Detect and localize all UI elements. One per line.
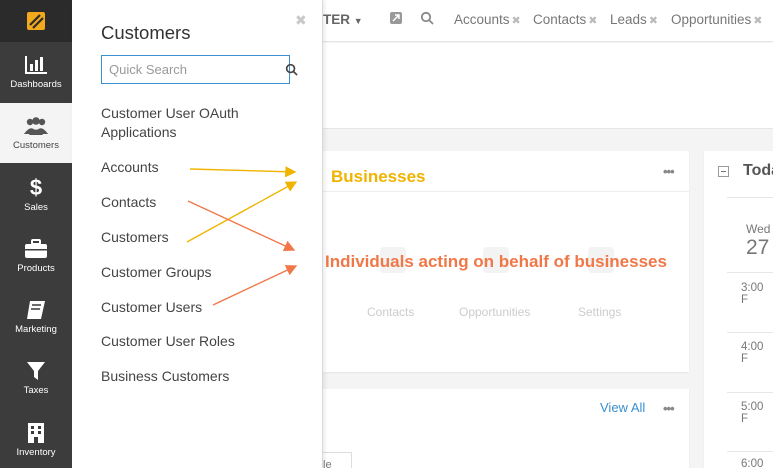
- app-logo[interactable]: [0, 0, 72, 42]
- menu-item-customers[interactable]: Customers: [101, 228, 169, 247]
- caret-down-icon: ▼: [353, 16, 363, 26]
- sidebar-item-label: Products: [17, 263, 55, 274]
- pinned-tab-accounts[interactable]: Accounts ✖: [454, 12, 521, 27]
- pinned-tab-label: Accounts: [454, 12, 510, 27]
- time-slot: 5:00 F: [741, 401, 764, 425]
- pinned-tab-label: Opportunities: [671, 12, 752, 27]
- launch-link-settings[interactable]: Settings: [578, 305, 621, 319]
- divider: [727, 332, 773, 333]
- close-icon[interactable]: ✖: [753, 15, 762, 27]
- sidebar-item-label: Marketing: [15, 324, 57, 335]
- pinned-tab-label: Leads: [610, 12, 647, 27]
- sidebar-item-sales[interactable]: $ Sales: [0, 165, 72, 225]
- divider: [727, 197, 773, 198]
- sidebar-item-taxes[interactable]: Taxes: [0, 348, 72, 408]
- divider: [727, 272, 773, 273]
- time-slot: 3:00 F: [741, 282, 764, 306]
- pinned-tab-leads[interactable]: Leads ✖: [610, 12, 658, 27]
- top-menu-label: TER: [323, 12, 350, 27]
- search-icon[interactable]: [285, 63, 298, 76]
- briefcase-icon: [24, 238, 48, 260]
- sidebar-item-label: Inventory: [16, 447, 56, 458]
- quick-search-box: [101, 55, 298, 84]
- sidebar-item-label: Dashboards: [10, 79, 62, 90]
- menu-item-customer-user-roles[interactable]: Customer User Roles: [101, 332, 235, 351]
- pin-icon[interactable]: [389, 11, 403, 28]
- widget-tab[interactable]: le: [319, 452, 352, 468]
- menu-item-customer-user-oauth-applications[interactable]: Customer User OAuth Applications: [101, 104, 239, 142]
- menu-item-business-customers[interactable]: Business Customers: [101, 367, 229, 386]
- top-menu-dropdown[interactable]: TER ▼: [323, 12, 363, 27]
- sidebar-item-label: Customers: [13, 140, 59, 151]
- time-slot: 6:00 F: [741, 458, 764, 468]
- close-icon[interactable]: ✖: [512, 15, 521, 27]
- calendar-date: 27: [746, 236, 770, 259]
- book-icon: [25, 299, 47, 321]
- sidebar-item-dashboards[interactable]: Dashboards: [0, 42, 72, 102]
- widget-menu-icon[interactable]: •••: [663, 164, 675, 179]
- sidebar-item-products[interactable]: Products: [0, 226, 72, 286]
- sidebar-item-label: Taxes: [23, 385, 49, 396]
- building-icon: [27, 422, 45, 444]
- users-icon: [23, 115, 49, 137]
- time-slot: 4:00 F: [741, 341, 764, 365]
- logo-icon: [27, 12, 45, 30]
- widget-tab-label: le: [323, 459, 332, 468]
- menu-item-contacts[interactable]: Contacts: [101, 193, 156, 212]
- close-icon[interactable]: ✖: [588, 15, 597, 27]
- menu-item-accounts[interactable]: Accounts: [101, 158, 159, 177]
- pinned-tab-contacts[interactable]: Contacts ✖: [533, 12, 598, 27]
- close-icon[interactable]: ✖: [295, 12, 307, 29]
- collapse-icon[interactable]: [718, 166, 729, 177]
- menu-item-customer-users[interactable]: Customer Users: [101, 298, 202, 317]
- top-navigation-bar: TER ▼ Accounts ✖ Contacts ✖ Leads ✖ Opportu…: [323, 0, 773, 42]
- launch-link-opportunities[interactable]: Opportunities: [459, 305, 530, 319]
- annotation-individuals: Individuals acting on behalf of business…: [325, 252, 667, 271]
- calendar-day: Wed: [746, 222, 771, 236]
- annotation-businesses: Businesses: [331, 167, 426, 186]
- search-icon[interactable]: [420, 11, 434, 28]
- dollar-icon: $: [29, 175, 43, 200]
- pinned-tab-opportunities[interactable]: Opportunities ✖: [671, 12, 763, 27]
- close-icon[interactable]: ✖: [649, 15, 658, 27]
- sidebar-item-label: Sales: [24, 202, 48, 213]
- sidebar-item-customers[interactable]: Customers: [0, 103, 72, 163]
- menu-item-customer-groups[interactable]: Customer Groups: [101, 263, 211, 282]
- sidebar-item-inventory[interactable]: Inventory: [0, 410, 72, 468]
- sidebar-item-marketing[interactable]: Marketing: [0, 287, 72, 347]
- calendar-title: Toda: [743, 162, 773, 179]
- view-all-link[interactable]: View All: [600, 400, 645, 415]
- page-header: [323, 43, 773, 129]
- widget-menu-icon[interactable]: •••: [663, 401, 675, 416]
- main-sidebar: Dashboards Customers $ Sales Products Ma…: [0, 0, 72, 468]
- flyout-title: Customers: [101, 22, 191, 43]
- pinned-tab-label: Contacts: [533, 12, 587, 27]
- filter-icon: [26, 360, 46, 382]
- divider: [727, 392, 773, 393]
- customers-flyout-menu: Customers ✖ Customer User OAuth Applicat…: [72, 0, 323, 468]
- quick-search-input[interactable]: [102, 56, 285, 83]
- divider: [727, 451, 773, 452]
- launch-link-contacts[interactable]: Contacts: [367, 305, 414, 319]
- bar-chart-icon: [24, 54, 48, 76]
